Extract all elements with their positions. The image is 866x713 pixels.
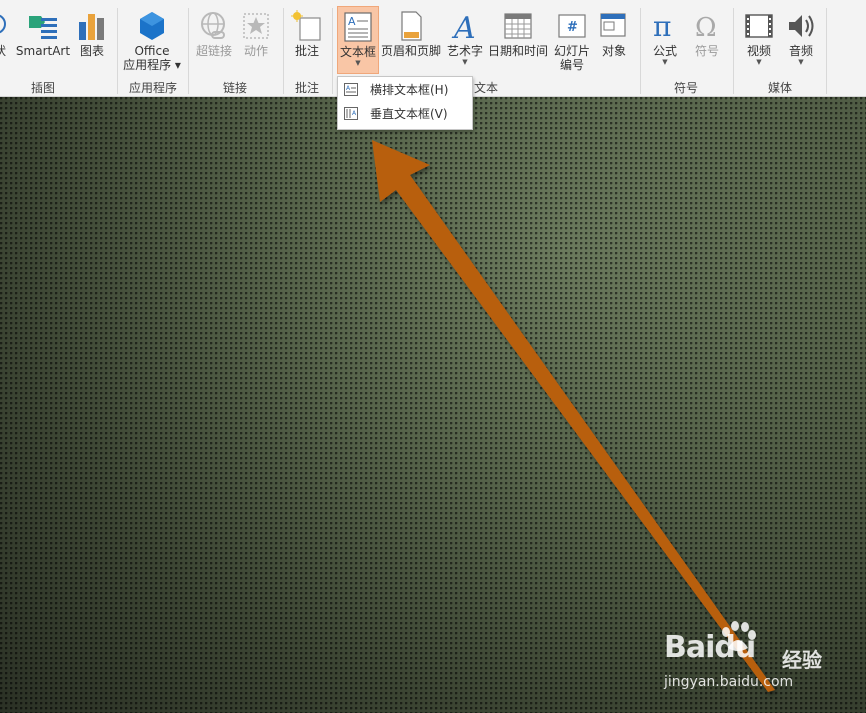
action-label: 动作 <box>243 44 268 58</box>
symbol-button[interactable]: Ω 符号 <box>688 6 726 74</box>
symbol-label: 符号 <box>694 44 719 58</box>
header-footer-button[interactable]: 页眉和页脚 <box>381 6 441 74</box>
group-media: 媒体 <box>767 81 792 95</box>
comment-button[interactable]: 批注 <box>288 6 326 74</box>
comment-label: 批注 <box>294 44 319 58</box>
textbox-label: 文本框 <box>339 45 376 59</box>
horizontal-textbox-icon: A <box>344 83 358 96</box>
film-icon <box>745 14 773 38</box>
object-label: 对象 <box>601 44 626 58</box>
smartart-label: SmartArt <box>15 44 71 58</box>
svg-text:A: A <box>348 15 356 28</box>
watermark-url: jingyan.baidu.com <box>664 674 794 690</box>
chevron-down-icon: ▼ <box>355 59 361 67</box>
watermark-brand: Baidu <box>664 630 756 665</box>
group-apps: 应用程序 <box>128 81 177 95</box>
separator <box>733 8 734 94</box>
wordart-label: 艺术字 <box>446 44 483 58</box>
group-comments: 批注 <box>294 81 319 95</box>
header-footer-label: 页眉和页脚 <box>381 44 442 58</box>
textbox-button[interactable]: A 文本框 ▼ <box>337 6 379 74</box>
menu-item-label: 垂直文本框(V) <box>370 107 448 121</box>
video-label: 视频 <box>746 44 771 58</box>
globe-link-icon <box>201 12 225 39</box>
separator <box>283 8 284 94</box>
datetime-button[interactable]: 日期和时间 <box>488 6 548 74</box>
object-button[interactable]: 对象 <box>596 6 632 74</box>
chart-label: 图表 <box>79 44 104 58</box>
group-links: 链接 <box>222 81 247 95</box>
shapes-button[interactable]: 状 <box>0 6 10 74</box>
slide-number-button[interactable]: # 幻灯片 编号 <box>552 6 592 74</box>
separator <box>117 8 118 94</box>
hyperlink-button[interactable]: 超链接 <box>193 6 235 74</box>
smartart-button[interactable]: SmartArt <box>14 6 72 74</box>
equation-button[interactable]: π 公式 ▼ <box>646 6 684 74</box>
speaker-icon <box>789 15 814 37</box>
office-apps-label-line2: 应用程序 ▾ <box>123 58 181 72</box>
omega-icon: Ω <box>695 13 717 42</box>
menu-item-label: 横排文本框(H) <box>370 83 449 97</box>
hyperlink-label: 超链接 <box>195 44 232 58</box>
wordart-icon: A <box>451 11 476 42</box>
group-symbols: 符号 <box>673 81 698 95</box>
calendar-icon <box>504 13 532 39</box>
watermark-suffix: 经验 <box>782 648 822 672</box>
vertical-textbox-icon: A <box>344 107 358 120</box>
datetime-label: 日期和时间 <box>488 44 549 58</box>
slide-number-label-line2: 编号 <box>559 58 584 72</box>
svg-text:A: A <box>451 11 476 42</box>
menu-item-horizontal-textbox[interactable]: A 横排文本框(H) <box>338 79 472 101</box>
chart-button[interactable]: 图表 <box>76 6 108 74</box>
group-text: 文本 <box>473 81 498 95</box>
smartart-icon <box>29 16 57 39</box>
textbox-icon: A <box>344 12 372 42</box>
audio-button[interactable]: 音频 ▼ <box>782 6 820 74</box>
separator <box>332 8 333 94</box>
office-apps-label-line1: Office <box>134 44 170 58</box>
group-illustrations: 插图 <box>30 81 55 95</box>
chart-icon <box>79 14 104 40</box>
slide-number-icon: # <box>558 14 586 38</box>
shapes-label: 状 <box>0 44 10 58</box>
office-apps-button[interactable]: Office 应用程序 ▾ <box>121 6 183 74</box>
baidu-watermark: Baidu 经验 jingyan.baidu.com <box>660 620 860 700</box>
menu-item-vertical-textbox[interactable]: A 垂直文本框(V) <box>338 103 472 125</box>
svg-text:Ω: Ω <box>695 13 717 42</box>
header-footer-icon <box>401 11 422 41</box>
textbox-dropdown-menu: A 横排文本框(H) A 垂直文本框(V) <box>337 76 473 130</box>
chevron-down-icon: ▼ <box>662 58 668 66</box>
action-button[interactable]: 动作 <box>239 6 273 74</box>
video-button[interactable]: 视频 ▼ <box>740 6 778 74</box>
star-action-icon <box>243 13 269 39</box>
chevron-down-icon: ▼ <box>462 58 468 66</box>
object-icon <box>600 13 626 37</box>
separator <box>188 8 189 94</box>
slide-number-label-line1: 幻灯片 <box>553 44 590 58</box>
equation-label: 公式 <box>652 44 677 58</box>
audio-label: 音频 <box>788 44 813 58</box>
separator <box>826 8 827 94</box>
separator <box>640 8 641 94</box>
svg-text:#: # <box>567 20 578 35</box>
pi-icon: π <box>653 10 671 42</box>
chevron-down-icon: ▼ <box>756 58 762 66</box>
new-comment-icon <box>291 10 321 41</box>
wordart-button[interactable]: A 艺术字 ▼ <box>445 6 485 74</box>
chevron-down-icon: ▼ <box>798 58 804 66</box>
office-apps-icon <box>140 12 164 40</box>
svg-text:π: π <box>653 10 671 42</box>
